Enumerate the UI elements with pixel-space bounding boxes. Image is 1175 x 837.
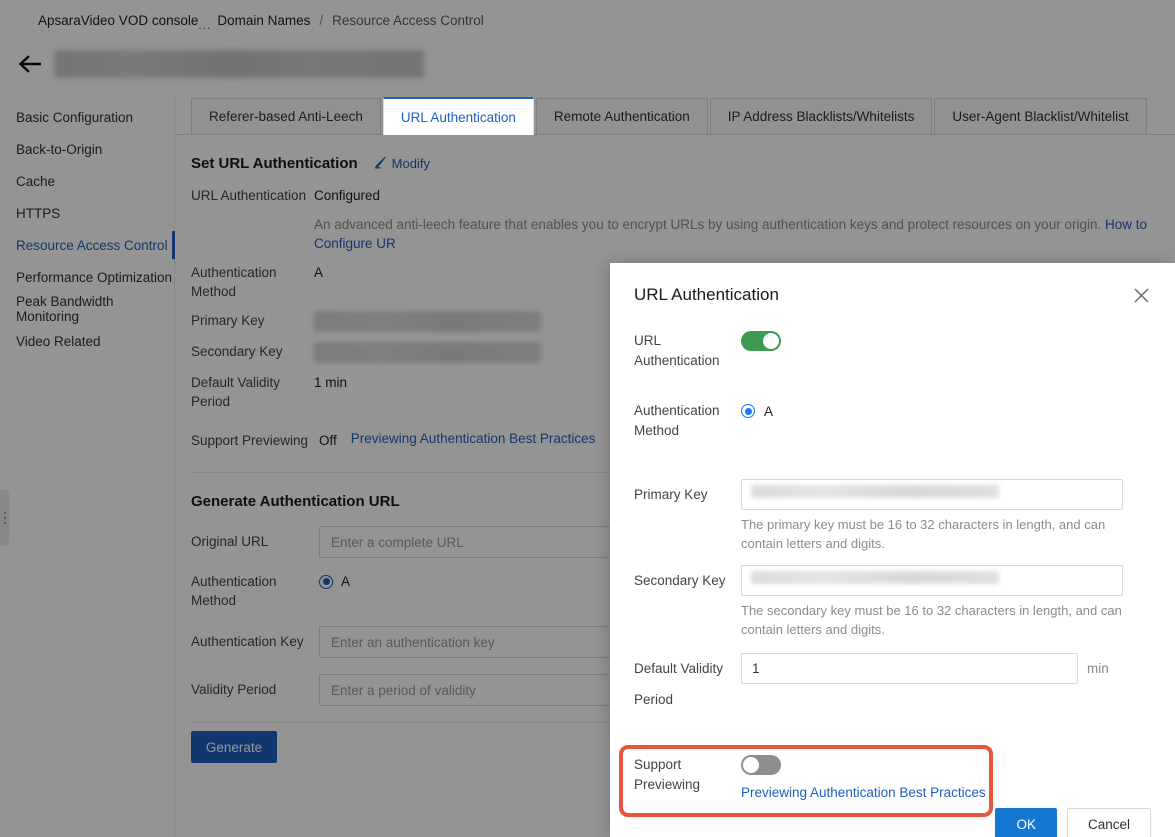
support-previewing-toggle[interactable] — [741, 755, 781, 775]
modal-field-value: A — [741, 401, 1151, 441]
modal-body: URL Authentication Authentication Method… — [610, 315, 1175, 817]
close-icon[interactable] — [1129, 283, 1153, 307]
modal-field-label: URL Authentication — [634, 333, 720, 368]
modal-row-default-validity-period: Default Validity Period min — [634, 653, 1151, 715]
modal-title: URL Authentication — [634, 285, 779, 304]
modal-header: URL Authentication — [610, 263, 1175, 315]
url-authentication-modal: URL Authentication URL Authentication Au… — [610, 263, 1175, 837]
secondary-key-help-text: The secondary key must be 16 to 32 chara… — [741, 603, 1122, 637]
modal-auth-method-radio-group[interactable]: A — [741, 401, 1151, 421]
url-authentication-toggle[interactable] — [741, 331, 781, 351]
modal-field-value: The primary key must be 16 to 32 charact… — [741, 479, 1151, 553]
cancel-button[interactable]: Cancel — [1066, 808, 1151, 837]
default-validity-period-input[interactable] — [741, 653, 1078, 684]
primary-key-value-redacted — [751, 485, 999, 498]
tab-url-authentication[interactable]: URL Authentication — [382, 97, 534, 135]
ok-button[interactable]: OK — [995, 808, 1057, 837]
modal-field-label: Default Validity Period — [634, 661, 724, 707]
modal-field-value: Previewing Authentication Best Practices — [741, 755, 1151, 800]
modal-radio-option-a-label: A — [764, 403, 774, 419]
screen: ApsaraVideo VOD console ... Domain Names… — [0, 0, 1175, 837]
modal-field-label: Authentication Method — [634, 403, 720, 438]
modal-field-label: Support Previewing — [634, 757, 701, 792]
secondary-key-input-wrap — [741, 565, 1123, 596]
previewing-best-practices-link[interactable]: Previewing Authentication Best Practices — [741, 785, 1151, 800]
modal-row-support-previewing: Support Previewing Previewing Authentica… — [634, 755, 1151, 800]
modal-row-authentication-method: Authentication Method A — [634, 401, 1151, 441]
modal-field-value: The secondary key must be 16 to 32 chara… — [741, 565, 1151, 639]
modal-radio-option-a[interactable] — [741, 404, 755, 418]
validity-unit-label: min — [1087, 661, 1109, 676]
modal-row-url-authentication: URL Authentication — [634, 331, 1151, 371]
tab-label: URL Authentication — [400, 109, 516, 125]
modal-field-label: Secondary Key — [634, 573, 726, 588]
modal-row-primary-key: Primary Key The primary key must be 16 t… — [634, 479, 1151, 553]
modal-footer: OK Cancel — [610, 808, 1175, 837]
modal-field-value: min — [741, 653, 1151, 715]
primary-key-help-text: The primary key must be 16 to 32 charact… — [741, 517, 1106, 551]
primary-key-input-wrap — [741, 479, 1123, 510]
modal-field-label: Primary Key — [634, 487, 708, 502]
modal-field-value — [741, 331, 1151, 371]
secondary-key-value-redacted — [751, 571, 999, 584]
modal-row-secondary-key: Secondary Key The secondary key must be … — [634, 565, 1151, 639]
